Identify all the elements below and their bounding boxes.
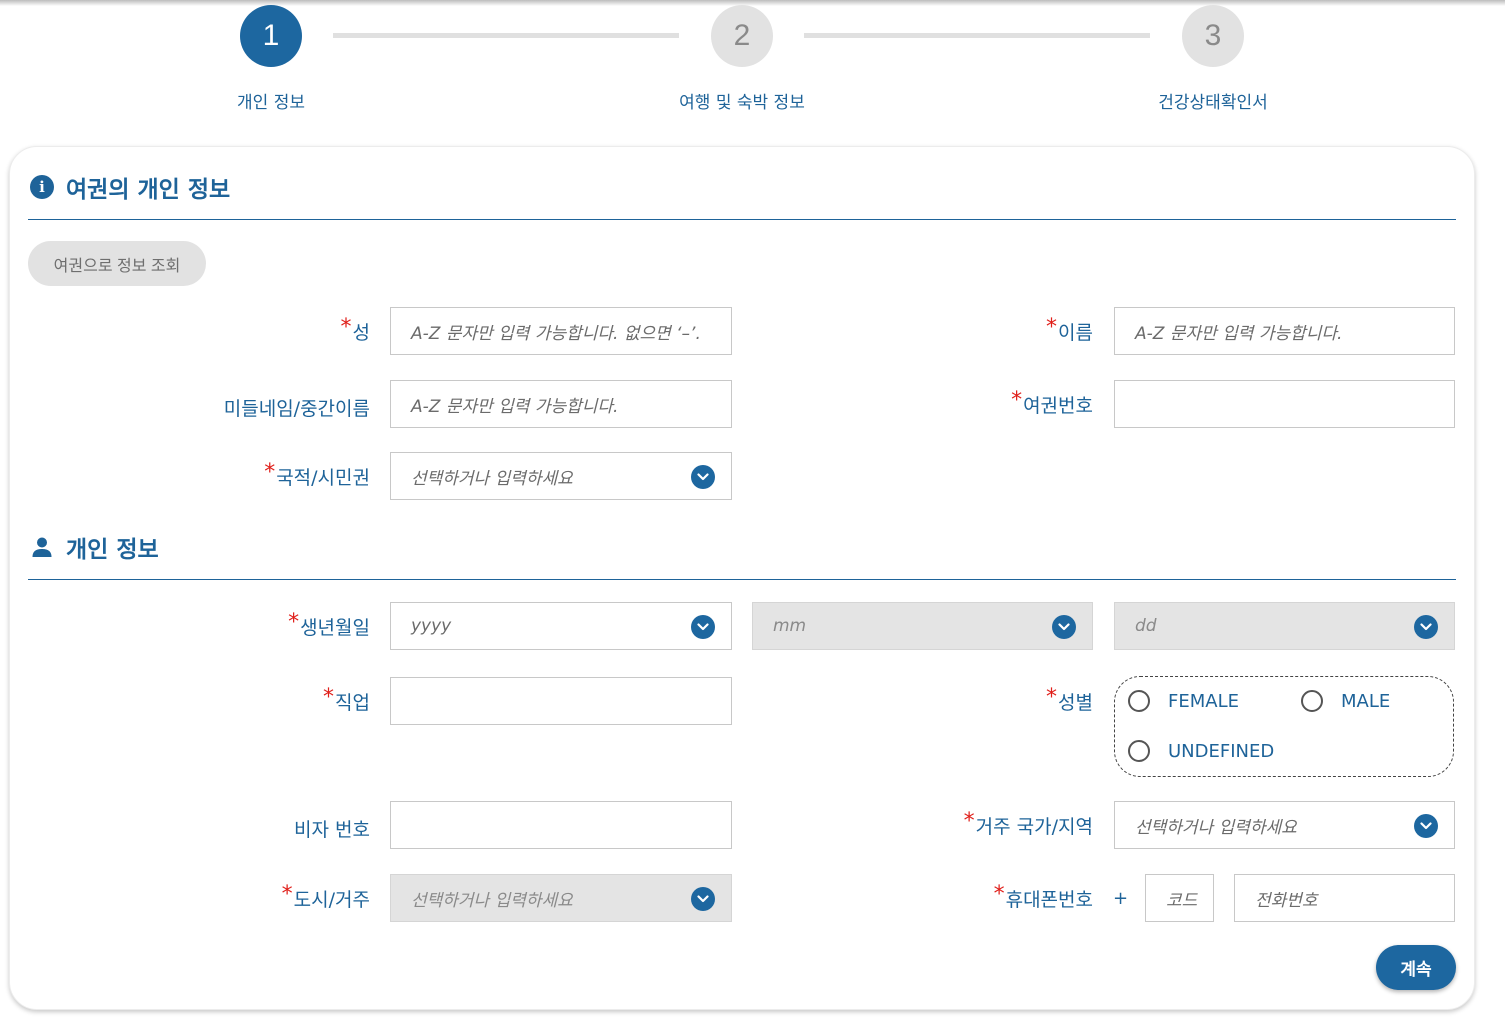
occupation-input[interactable] bbox=[390, 677, 732, 725]
gender-undefined-label: UNDEFINED bbox=[1168, 740, 1275, 762]
required-mark: * bbox=[288, 610, 300, 635]
chevron-down-icon[interactable] bbox=[691, 465, 715, 489]
phone-number-input[interactable]: 전화번호 bbox=[1234, 874, 1455, 922]
birth-year-select[interactable]: yyyy bbox=[390, 602, 732, 650]
info-icon: i bbox=[30, 175, 54, 199]
birth-day-placeholder: dd bbox=[1135, 616, 1157, 636]
nationality-label: *국적/시민권 bbox=[264, 460, 370, 490]
visa-number-label: 비자 번호 bbox=[294, 815, 370, 842]
surname-placeholder: A-Z 문자만 입력 가능합니다. 없으면 ‘–’. bbox=[411, 323, 701, 344]
middle-name-label-text: 미들네임/중간이름 bbox=[223, 398, 370, 420]
section-divider bbox=[28, 219, 1456, 220]
passport-number-label-text: 여권번호 bbox=[1023, 395, 1093, 417]
phone-code-placeholder: 코드 bbox=[1166, 890, 1198, 911]
step-1-label: 개인 정보 bbox=[237, 93, 305, 113]
chevron-down-icon[interactable] bbox=[1414, 615, 1438, 639]
section-divider bbox=[28, 579, 1456, 580]
birth-year-placeholder: yyyy bbox=[411, 616, 452, 636]
passport-number-input[interactable] bbox=[1114, 380, 1455, 428]
passport-number-label: *여권번호 bbox=[1011, 388, 1093, 418]
birth-month-select[interactable]: mm bbox=[752, 602, 1093, 650]
country-label-text: 거주 국가/지역 bbox=[975, 816, 1093, 838]
phone-label: *휴대폰번호 bbox=[993, 882, 1093, 912]
nationality-select[interactable]: 선택하거나 입력하세요 bbox=[390, 452, 732, 500]
given-name-placeholder: A-Z 문자만 입력 가능합니다. bbox=[1135, 323, 1343, 344]
gender-label: *성별 bbox=[1046, 685, 1093, 715]
required-mark: * bbox=[281, 882, 293, 907]
given-name-input[interactable]: A-Z 문자만 입력 가능합니다. bbox=[1114, 307, 1455, 355]
occupation-label: *직업 bbox=[323, 685, 370, 715]
birth-day-select[interactable]: dd bbox=[1114, 602, 1455, 650]
middle-name-placeholder: A-Z 문자만 입력 가능합니다. bbox=[411, 396, 619, 417]
nationality-label-text: 국적/시민권 bbox=[276, 467, 370, 489]
surname-label: *성 bbox=[340, 315, 370, 345]
country-select[interactable]: 선택하거나 입력하세요 bbox=[1114, 801, 1455, 849]
chevron-down-icon[interactable] bbox=[691, 615, 715, 639]
radio-circle[interactable] bbox=[1301, 690, 1323, 712]
visa-number-label-text: 비자 번호 bbox=[294, 819, 370, 841]
passport-lookup-button[interactable]: 여권으로 정보 조회 bbox=[28, 241, 206, 286]
passport-section-title: 여권의 개인 정보 bbox=[66, 177, 231, 203]
city-label: *도시/거주 bbox=[281, 882, 370, 912]
birth-month-placeholder: mm bbox=[773, 616, 807, 636]
visa-number-input[interactable] bbox=[390, 801, 732, 849]
nationality-placeholder: 선택하거나 입력하세요 bbox=[411, 468, 573, 489]
required-mark: * bbox=[1011, 388, 1023, 413]
city-select[interactable]: 선택하거나 입력하세요 bbox=[390, 874, 732, 922]
city-label-text: 도시/거주 bbox=[293, 889, 370, 911]
chevron-down-icon[interactable] bbox=[1052, 615, 1076, 639]
top-shadow bbox=[0, 0, 1505, 6]
phone-label-text: 휴대폰번호 bbox=[1005, 889, 1093, 911]
step-connector-1 bbox=[333, 33, 679, 38]
middle-name-label: 미들네임/중간이름 bbox=[224, 394, 370, 421]
required-mark: * bbox=[993, 882, 1005, 907]
step-2-circle[interactable]: 2 bbox=[711, 5, 773, 67]
step-3-label: 건강상태확인서 bbox=[1158, 93, 1268, 113]
required-mark: * bbox=[323, 685, 335, 710]
city-placeholder: 선택하거나 입력하세요 bbox=[411, 890, 573, 911]
required-mark: * bbox=[264, 460, 276, 485]
occupation-label-text: 직업 bbox=[335, 692, 370, 714]
gender-male-label: MALE bbox=[1341, 690, 1391, 712]
given-name-label-text: 이름 bbox=[1058, 322, 1093, 344]
chevron-down-icon[interactable] bbox=[1414, 814, 1438, 838]
required-mark: * bbox=[963, 809, 975, 834]
radio-circle[interactable] bbox=[1128, 690, 1150, 712]
phone-number-placeholder: 전화번호 bbox=[1255, 890, 1318, 911]
surname-input[interactable]: A-Z 문자만 입력 가능합니다. 없으면 ‘–’. bbox=[390, 307, 732, 355]
personal-section-title: 개인 정보 bbox=[66, 537, 159, 563]
required-mark: * bbox=[1046, 315, 1058, 340]
gender-option-male[interactable]: MALE bbox=[1301, 690, 1390, 712]
country-placeholder: 선택하거나 입력하세요 bbox=[1135, 817, 1297, 838]
continue-button[interactable]: 계속 bbox=[1376, 945, 1456, 990]
person-icon bbox=[30, 535, 54, 559]
required-mark: * bbox=[340, 315, 352, 340]
step-connector-2 bbox=[804, 33, 1150, 38]
phone-plus-prefix: + bbox=[1113, 888, 1129, 909]
passport-section-heading: i 여권의 개인 정보 bbox=[30, 170, 230, 204]
radio-circle[interactable] bbox=[1128, 740, 1150, 762]
personal-section-heading: 개인 정보 bbox=[30, 530, 159, 564]
gender-label-text: 성별 bbox=[1058, 692, 1093, 714]
middle-name-input[interactable]: A-Z 문자만 입력 가능합니다. bbox=[390, 380, 732, 428]
gender-option-undefined[interactable]: UNDEFINED bbox=[1128, 740, 1274, 762]
country-label: *거주 국가/지역 bbox=[963, 809, 1093, 839]
birth-date-label: *생년월일 bbox=[288, 610, 370, 640]
step-1-circle[interactable]: 1 bbox=[240, 5, 302, 67]
birth-date-label-text: 생년월일 bbox=[300, 617, 370, 639]
gender-female-label: FEMALE bbox=[1168, 690, 1239, 712]
surname-label-text: 성 bbox=[352, 322, 370, 344]
step-3-circle[interactable]: 3 bbox=[1182, 5, 1244, 67]
required-mark: * bbox=[1046, 685, 1058, 710]
phone-code-input[interactable]: 코드 bbox=[1145, 874, 1214, 922]
step-2-label: 여행 및 숙박 정보 bbox=[679, 93, 805, 113]
given-name-label: *이름 bbox=[1046, 315, 1093, 345]
gender-option-female[interactable]: FEMALE bbox=[1128, 690, 1239, 712]
chevron-down-icon[interactable] bbox=[691, 887, 715, 911]
